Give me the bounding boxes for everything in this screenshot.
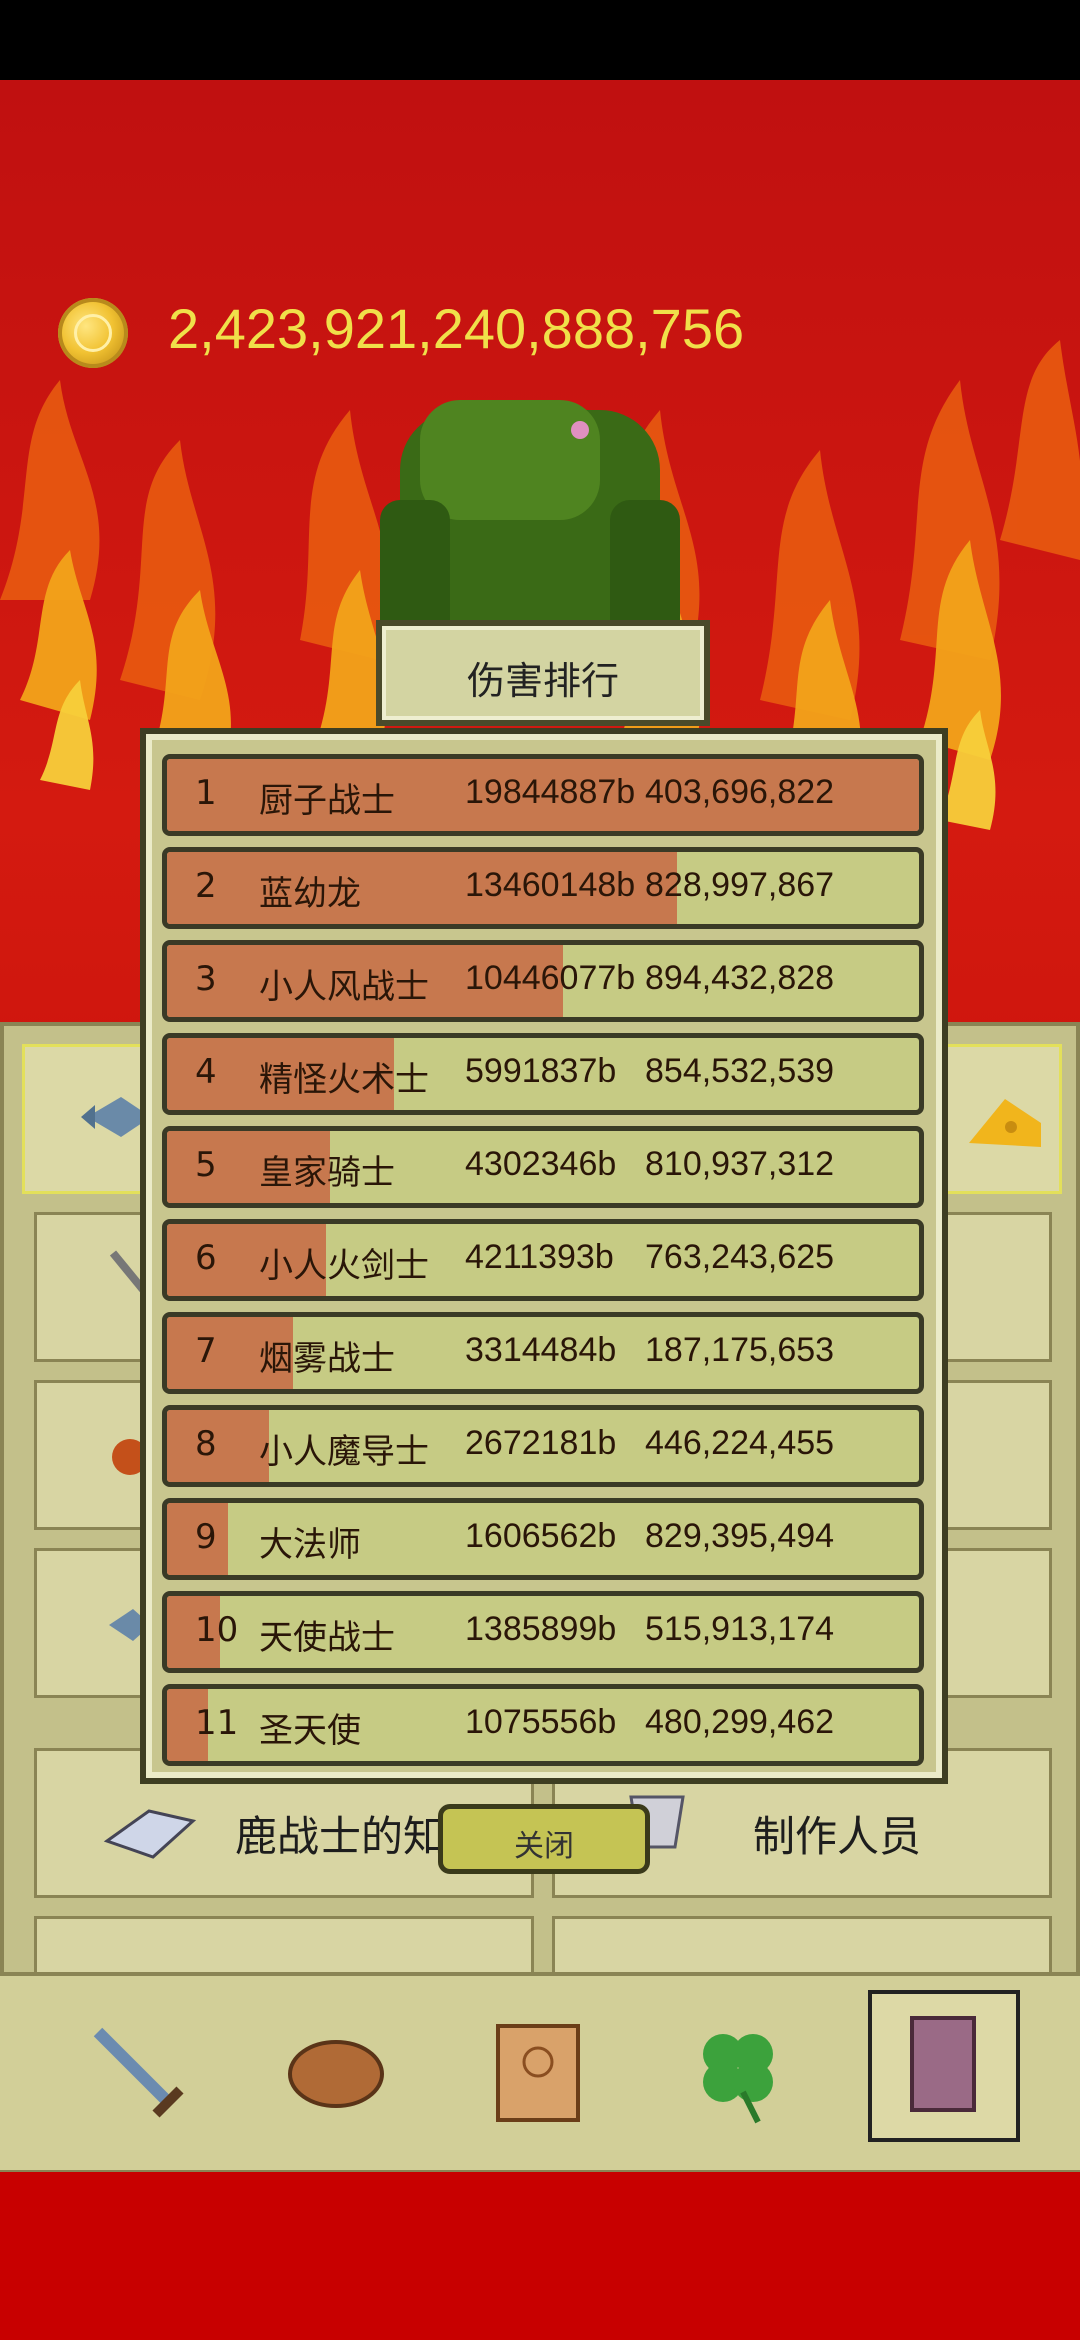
rank-number: 9 [195,1517,217,1557]
ranking-title: 伤害排行 [466,659,619,703]
ranking-row: 3 小人风战士 10446077b 894,432,828 [162,940,924,1022]
unit-name: 蓝幼龙 [259,874,361,914]
ranking-title-tab: 伤害排行 [376,620,710,726]
score-value: 187,175,653 [645,1331,835,1369]
damage-value: 1606562b [465,1517,617,1555]
score-value: 829,395,494 [645,1517,835,1555]
credits-label: 制作人员 [753,1812,922,1861]
score-value: 446,224,455 [645,1424,835,1462]
damage-value: 2672181b [465,1424,617,1462]
rank-number: 4 [195,1052,217,1092]
rank-number: 5 [195,1145,217,1185]
unit-name: 天使战士 [259,1618,395,1658]
nav-sword-button[interactable] [68,2002,208,2142]
unit-name: 大法师 [259,1525,361,1565]
damage-value: 4302346b [465,1145,617,1183]
rank-number: 2 [195,866,217,906]
rank-number: 10 [195,1610,239,1650]
close-button[interactable]: 关闭 [438,1804,650,1874]
status-bar [0,0,1080,80]
damage-value: 3314484b [465,1331,617,1369]
ranking-row: 4 精怪火术士 5991837b 854,532,539 [162,1033,924,1115]
nav-clover-button[interactable] [668,2002,808,2142]
damage-value: 13460148b [465,866,636,904]
ranking-row: 6 小人火剑士 4211393b 763,243,625 [162,1219,924,1301]
score-value: 480,299,462 [645,1703,835,1741]
rank-number: 6 [195,1238,217,1278]
ranking-row: 1 厨子战士 19844887b 403,696,822 [162,754,924,836]
damage-value: 4211393b [465,1238,614,1276]
bread-icon [288,2040,384,2108]
damage-value: 10446077b [465,959,636,997]
unit-name: 烟雾战士 [259,1339,395,1379]
ranking-row: 7 烟雾战士 3314484b 187,175,653 [162,1312,924,1394]
ranking-row: 8 小人魔导士 2672181b 446,224,455 [162,1405,924,1487]
score-value: 828,997,867 [645,866,835,904]
score-value: 763,243,625 [645,1238,835,1276]
damage-value: 19844887b [465,773,636,811]
ranking-row: 9 大法师 1606562b 829,395,494 [162,1498,924,1580]
damage-value: 1385899b [465,1610,617,1648]
unit-name: 小人风战士 [259,967,429,1007]
rank-number: 8 [195,1424,217,1464]
scroll-icon [496,2024,580,2122]
book-icon [910,2016,976,2112]
clover-icon [703,2034,773,2124]
ranking-row: 2 蓝幼龙 13460148b 828,997,867 [162,847,924,929]
score-value: 810,937,312 [645,1145,835,1183]
nav-scroll-button[interactable] [468,2002,608,2142]
unit-name: 小人火剑士 [259,1246,429,1286]
damage-value: 1075556b [465,1703,617,1741]
score-value: 403,696,822 [645,773,835,811]
unit-name: 圣天使 [259,1711,361,1751]
rank-number: 7 [195,1331,217,1371]
bottom-background [0,2170,1080,2340]
ranking-row: 5 皇家骑士 4302346b 810,937,312 [162,1126,924,1208]
score-value: 515,913,174 [645,1610,835,1648]
damage-bar [167,1410,269,1482]
ranking-row: 10 天使战士 1385899b 515,913,174 [162,1591,924,1673]
rank-number: 11 [195,1703,239,1743]
damage-value: 5991837b [465,1052,617,1090]
unit-name: 小人魔导士 [259,1432,429,1472]
rank-number: 1 [195,773,217,813]
nav-book-button[interactable] [868,1990,1020,2142]
unit-name: 厨子战士 [259,781,395,821]
open-book-icon [103,1809,197,1859]
sword-icon [93,2027,184,2118]
coin-amount: 2,423,921,240,888,756 [168,297,745,360]
close-label: 关闭 [514,1829,574,1864]
score-value: 854,532,539 [645,1052,835,1090]
rank-number: 3 [195,959,217,999]
nav-bread-button[interactable] [266,2002,406,2142]
unit-name: 皇家骑士 [259,1153,395,1193]
score-value: 894,432,828 [645,959,835,997]
cheese-icon [969,1099,1041,1147]
ranking-row: 11 圣天使 1075556b 480,299,462 [162,1684,924,1766]
gold-coin-icon [58,298,128,368]
unit-name: 精怪火术士 [259,1060,429,1100]
